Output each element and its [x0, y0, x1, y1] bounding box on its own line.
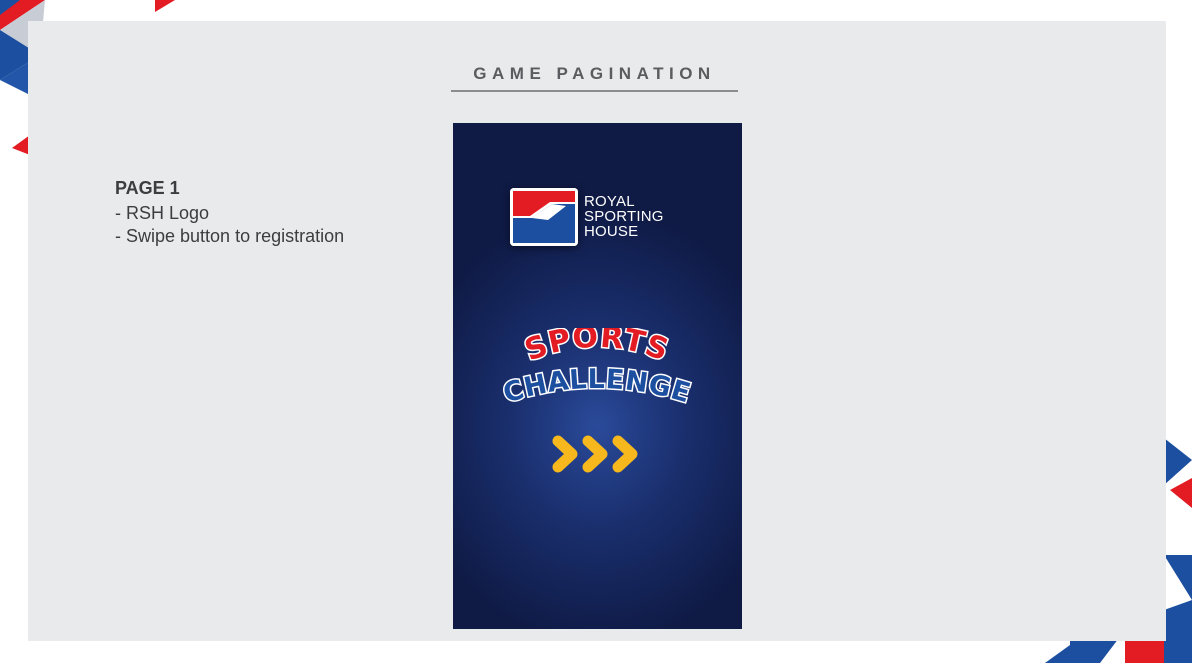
page-notes: PAGE 1 - RSH Logo - Swipe button to regi… [115, 177, 344, 248]
note-item: - RSH Logo [115, 203, 210, 223]
title-line-sports: SPORTS [520, 328, 673, 368]
title-line-challenge: CHALLENGE [500, 364, 694, 409]
rsh-logo-text: ROYAL SPORTING HOUSE [584, 194, 664, 239]
game-screen-mockup: ROYAL SPORTING HOUSE SPORTS CHALLENGE [453, 123, 742, 629]
sports-challenge-title: SPORTS CHALLENGE [498, 328, 695, 411]
logo-line: HOUSE [584, 223, 639, 240]
rsh-logo: ROYAL SPORTING HOUSE [510, 188, 680, 248]
note-item: - Swipe button to registration [115, 226, 345, 246]
page-title: GAME PAGINATION [451, 62, 738, 92]
swipe-to-registration-button[interactable] [550, 429, 646, 479]
page-label: PAGE 1 [115, 178, 180, 198]
logo-line: SPORTING [584, 208, 664, 225]
rsh-logo-mark [510, 188, 578, 246]
triple-chevron-right-icon [552, 435, 638, 473]
logo-line: ROYAL [584, 193, 635, 210]
